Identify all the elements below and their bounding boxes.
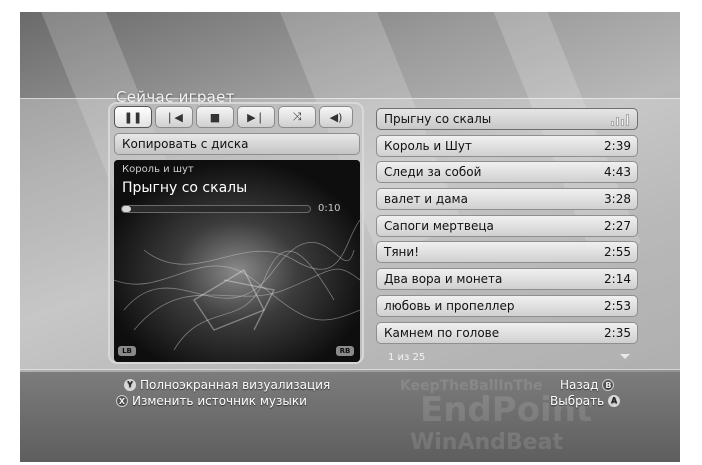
scroll-down-arrow-icon[interactable] bbox=[620, 354, 630, 359]
stop-icon: ■ bbox=[209, 110, 221, 124]
pause-icon: ❚❚ bbox=[123, 110, 143, 124]
hint-label: Изменить источник музыки bbox=[132, 394, 307, 408]
previous-button[interactable]: ❘◀ bbox=[155, 106, 193, 128]
track-title: любовь и пропеллер bbox=[384, 298, 515, 313]
next-button[interactable]: ▶❘ bbox=[237, 106, 275, 128]
progress-fill bbox=[122, 206, 132, 212]
copy-from-disc-button[interactable]: Копировать с диска bbox=[114, 133, 360, 155]
next-track-icon: ▶❘ bbox=[247, 110, 265, 124]
page-indicator: 1 из 25 bbox=[388, 352, 426, 363]
hint-label: Назад bbox=[560, 378, 599, 392]
playlist-item[interactable]: Тяни! 2:55 bbox=[376, 241, 638, 264]
fullscreen-visualization-hint[interactable]: Y Полноэкранная визуализация bbox=[124, 378, 330, 392]
track-duration: 2:35 bbox=[604, 325, 631, 340]
change-source-hint[interactable]: X Изменить источник музыки bbox=[116, 394, 307, 408]
track-duration: 4:43 bbox=[604, 165, 631, 180]
track-title: Камнем по голове bbox=[384, 325, 500, 340]
elapsed-time: 0:10 bbox=[318, 203, 341, 214]
playlist-item[interactable]: Два вора и монета 2:14 bbox=[376, 268, 638, 291]
track-duration: 2:55 bbox=[604, 245, 631, 260]
b-button-icon: B bbox=[602, 379, 615, 391]
previous-track-icon: ❘◀ bbox=[165, 110, 183, 124]
track-title: Следи за собой bbox=[384, 165, 482, 180]
artist-name: Король и шут bbox=[122, 164, 194, 175]
x-button-icon: X bbox=[116, 395, 128, 407]
back-hint[interactable]: Назад B bbox=[560, 378, 615, 392]
rb-bumper-icon: RB bbox=[336, 346, 354, 356]
hint-label: Выбрать bbox=[550, 394, 605, 408]
track-title: Два вора и монета bbox=[384, 272, 503, 287]
track-duration: 2:14 bbox=[604, 272, 631, 287]
screen: Сейчас играет ❚❚ ❘◀ ■ ▶❘ ⤨ ◀) Копировать… bbox=[0, 0, 702, 465]
playlist-item[interactable]: Король и Шут 2:39 bbox=[376, 134, 638, 157]
track-duration: 2:53 bbox=[604, 298, 631, 313]
track-title: Король и Шут bbox=[384, 138, 472, 153]
track-title: Тяни! bbox=[384, 245, 420, 260]
progress-bar bbox=[121, 205, 311, 213]
shuffle-button[interactable]: ⤨ bbox=[278, 106, 316, 128]
playlist-item[interactable]: Камнем по голове 2:35 bbox=[376, 321, 638, 344]
track-duration: 2:39 bbox=[604, 138, 631, 153]
lb-bumper-icon: LB bbox=[118, 346, 136, 356]
y-button-icon: Y bbox=[124, 379, 136, 391]
hint-label: Полноэкранная визуализация bbox=[140, 378, 331, 392]
playlist-item[interactable]: Прыгну со скалы bbox=[376, 108, 638, 130]
transport-controls: ❚❚ ❘◀ ■ ▶❘ ⤨ ◀) bbox=[114, 106, 360, 128]
track-title: валет и дама bbox=[384, 192, 468, 207]
background-watermark: WinAndBeat bbox=[410, 430, 563, 455]
shuffle-icon: ⤨ bbox=[292, 110, 302, 123]
playlist-item[interactable]: любовь и пропеллер 2:53 bbox=[376, 294, 638, 317]
pause-button[interactable]: ❚❚ bbox=[114, 106, 152, 128]
now-playing-title: Прыгну со скалы bbox=[122, 180, 248, 196]
a-button-icon: A bbox=[608, 395, 621, 407]
playlist: Прыгну со скалы Король и Шут 2:39 Следи … bbox=[376, 108, 638, 348]
now-playing-equalizer-icon bbox=[611, 113, 629, 126]
track-duration: 2:27 bbox=[604, 218, 631, 233]
track-title: Прыгну со скалы bbox=[384, 112, 492, 126]
playlist-item[interactable]: Следи за собой 4:43 bbox=[376, 161, 638, 184]
track-title: Сапоги мертвеца bbox=[384, 218, 494, 233]
track-duration: 3:28 bbox=[604, 192, 631, 207]
select-hint[interactable]: Выбрать A bbox=[550, 394, 621, 408]
volume-icon: ◀) bbox=[329, 110, 343, 124]
playlist-item[interactable]: валет и дама 3:28 bbox=[376, 188, 638, 211]
volume-button[interactable]: ◀) bbox=[319, 106, 353, 128]
stop-button[interactable]: ■ bbox=[196, 106, 234, 128]
playlist-item[interactable]: Сапоги мертвеца 2:27 bbox=[376, 214, 638, 237]
